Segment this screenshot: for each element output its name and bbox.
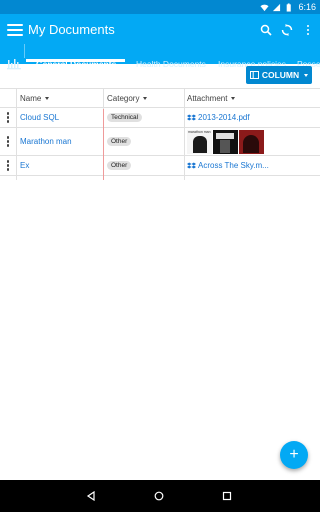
status-icons: 6:16 [260,1,316,13]
column-button[interactable]: COLUMN [246,66,312,84]
chevron-down-icon [123,64,128,67]
thumbnail-image[interactable]: marathon man [187,129,212,154]
table-row[interactable]: Marathon man Other marathon man [0,128,320,156]
row-name[interactable]: Ex [20,161,29,170]
image-thumbnails[interactable]: marathon man [187,129,264,154]
dropbox-icon [187,114,196,120]
row-menu-icon[interactable] [0,128,16,155]
table-row[interactable]: Cloud SQL Technical 2013-2014.pdf [0,108,320,128]
table-row[interactable]: Ex Other Across The Sky.m... [0,156,320,176]
row-name[interactable]: Marathon man [20,137,72,146]
menu-icon[interactable] [6,22,24,38]
tab-divider [24,44,25,58]
table-header: Name Category Attachment [0,88,320,108]
category-chip: Other [107,161,132,170]
add-icon: + [289,446,299,463]
tab-indicator [26,59,125,62]
header-attachment[interactable]: Attachment [185,89,320,107]
page-title: My Documents [28,22,115,37]
thumbnail-image[interactable] [213,129,238,154]
signal-icon [273,3,281,11]
wifi-icon [260,4,270,11]
back-icon[interactable] [84,489,98,503]
search-icon[interactable] [258,22,274,38]
more-vert-icon[interactable] [300,22,316,38]
header-name[interactable]: Name [17,89,103,107]
view-column-icon [249,71,259,79]
status-time: 6:16 [298,2,316,12]
thumbnail-caption: marathon man [188,129,211,134]
thumbnail-image[interactable] [239,129,264,154]
documents-table: Name Category Attachment Cloud SQL Techn… [0,88,320,176]
sort-arrow-icon [231,96,236,100]
app-bar: My Documents General Documents Health Do… [0,14,320,70]
column-divider [16,88,17,180]
attachment-link[interactable]: 2013-2014.pdf [187,113,250,122]
sort-arrow-icon [143,96,148,100]
navigation-bar [0,480,320,512]
recents-icon[interactable] [220,489,234,503]
sort-arrow-icon [45,96,50,100]
row-menu-icon[interactable] [0,156,16,175]
column-divider [103,88,104,109]
battery-icon [287,2,292,12]
category-chip: Technical [107,113,143,122]
row-name[interactable]: Cloud SQL [20,113,59,122]
home-icon[interactable] [152,489,166,503]
dropbox-icon [187,162,196,168]
row-menu-icon[interactable] [0,108,16,127]
frozen-column-divider [103,109,104,180]
attachment-link[interactable]: Across The Sky.m... [187,161,269,170]
add-document-button[interactable]: + [280,441,308,469]
header-category[interactable]: Category [104,89,184,107]
bar-chart-icon[interactable] [6,56,22,72]
category-chip: Other [107,137,132,146]
status-bar: 6:16 [0,0,320,14]
chevron-down-icon [304,73,309,77]
tab-health-documents[interactable]: Health Documents [136,58,206,70]
sync-icon[interactable] [279,22,295,38]
column-divider [184,88,185,180]
